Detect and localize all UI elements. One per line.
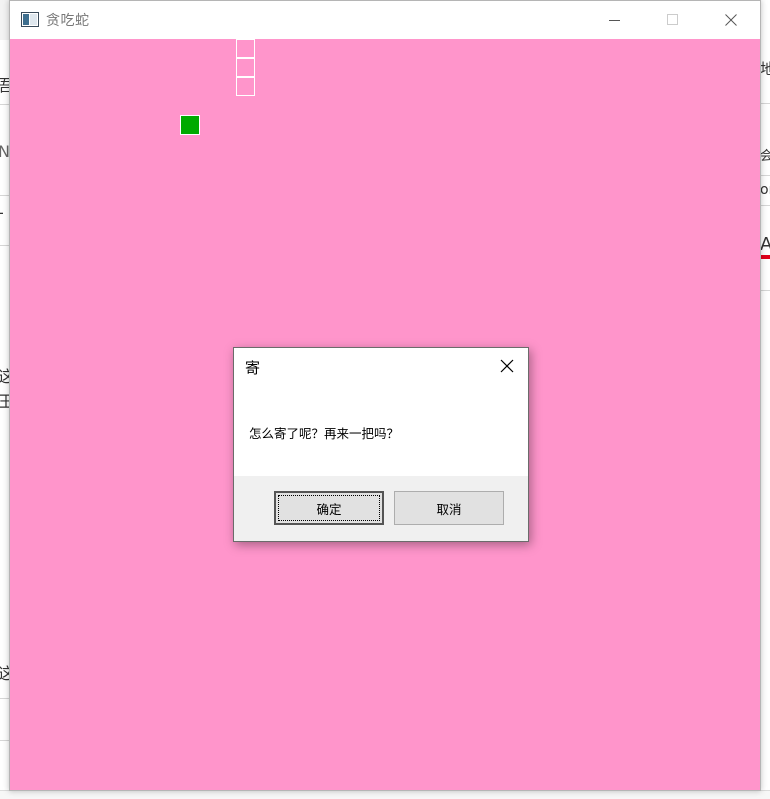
divider <box>760 205 770 206</box>
snake-segment <box>236 58 255 77</box>
divider <box>760 103 770 104</box>
maximize-icon <box>667 11 679 30</box>
red-underline <box>760 255 770 259</box>
cancel-button[interactable]: 取消 <box>394 491 504 525</box>
dialog-title: 寄 <box>245 359 261 377</box>
close-button[interactable] <box>702 1 760 39</box>
background-taskbar-strip <box>0 790 770 799</box>
background-text: - <box>0 203 4 222</box>
maximize-button[interactable] <box>644 1 702 39</box>
minimize-button[interactable] <box>586 1 644 39</box>
close-icon <box>500 358 514 377</box>
background-text: or <box>760 182 770 198</box>
title-bar[interactable]: 贪吃蛇 <box>10 1 760 39</box>
snake-segment <box>236 77 255 96</box>
divider <box>760 290 770 291</box>
window-title: 贪吃蛇 <box>46 13 90 29</box>
snake-segment <box>236 39 255 58</box>
dialog-close-button[interactable] <box>492 354 522 380</box>
minimize-icon <box>609 11 621 30</box>
ok-button[interactable]: 确定 <box>274 491 384 525</box>
food-block <box>180 115 200 135</box>
background-text: 会 <box>760 149 770 164</box>
app-window-icon <box>21 12 39 27</box>
background-window-right: 地 会 or A <box>760 0 770 799</box>
background-text: A <box>760 234 770 255</box>
close-icon <box>725 11 737 30</box>
dialog-message: 怎么寄了呢？再来一把吗？ <box>249 426 400 441</box>
background-text: 地 <box>760 60 770 78</box>
dialog-button-bar: 确定 取消 <box>234 476 528 541</box>
game-over-dialog: 寄 怎么寄了呢？再来一把吗？ 确定 取消 <box>233 347 529 542</box>
divider <box>760 175 770 176</box>
